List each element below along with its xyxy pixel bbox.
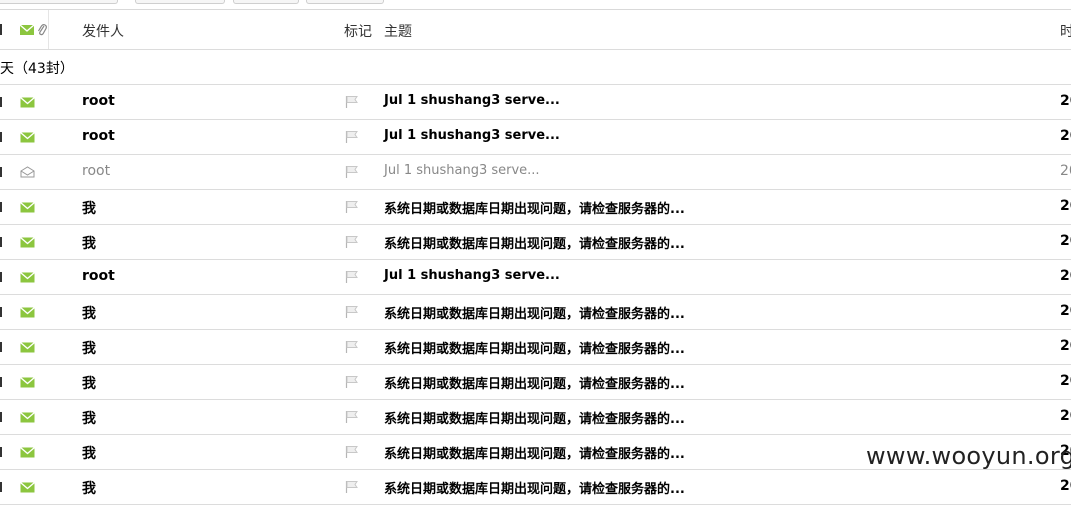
- column-separator: [48, 10, 49, 49]
- message-row[interactable]: 我 系统日期或数据库日期出现问题，请检查服务器的... 20: [0, 330, 1071, 365]
- envelope-closed-icon: [20, 306, 35, 318]
- watermark: www.wooyun.org: [866, 442, 1071, 470]
- row-checkbox[interactable]: [0, 237, 2, 247]
- message-time: 20: [1060, 408, 1071, 424]
- row-checkbox[interactable]: [0, 447, 2, 457]
- row-checkbox[interactable]: [0, 97, 2, 107]
- flag-column-header[interactable]: 标记: [344, 21, 372, 41]
- message-time: 20: [1060, 198, 1071, 214]
- list-header: 发件人 标记 主题 时: [0, 10, 1071, 50]
- flag-icon[interactable]: [345, 270, 359, 284]
- message-time: 20: [1060, 338, 1071, 354]
- message-time: 20: [1060, 233, 1071, 249]
- message-time: 20: [1060, 128, 1071, 144]
- message-subject[interactable]: 系统日期或数据库日期出现问题，请检查服务器的...: [384, 198, 685, 217]
- message-subject[interactable]: 系统日期或数据库日期出现问题，请检查服务器的...: [384, 233, 685, 252]
- toolbar: [0, 0, 1071, 10]
- message-sender: root: [82, 93, 115, 109]
- flag-icon[interactable]: [345, 200, 359, 214]
- date-group-header[interactable]: 天（43封）: [0, 50, 1071, 85]
- sender-column-header[interactable]: 发件人: [82, 21, 124, 41]
- message-row[interactable]: 我 系统日期或数据库日期出现问题，请检查服务器的... 20: [0, 295, 1071, 330]
- row-checkbox[interactable]: [0, 412, 2, 422]
- toolbar-button[interactable]: [306, 0, 384, 4]
- envelope-closed-icon: [20, 201, 35, 213]
- message-sender: 我: [82, 236, 96, 252]
- message-sender: 我: [82, 376, 96, 392]
- flag-icon[interactable]: [345, 410, 359, 424]
- group-label: 天（43封）: [0, 61, 74, 77]
- message-sender: root: [82, 128, 115, 144]
- message-subject[interactable]: 系统日期或数据库日期出现问题，请检查服务器的...: [384, 443, 685, 462]
- message-sender: 我: [82, 306, 96, 322]
- flag-icon[interactable]: [345, 130, 359, 144]
- message-row[interactable]: 我 系统日期或数据库日期出现问题，请检查服务器的... 20: [0, 190, 1071, 225]
- message-time: 20: [1060, 303, 1071, 319]
- flag-icon[interactable]: [345, 445, 359, 459]
- toolbar-button[interactable]: [0, 0, 118, 4]
- row-checkbox[interactable]: [0, 482, 2, 492]
- message-row[interactable]: 我 系统日期或数据库日期出现问题，请检查服务器的... 20: [0, 470, 1071, 505]
- row-checkbox[interactable]: [0, 202, 2, 212]
- envelope-closed-icon: [20, 376, 35, 388]
- message-sender: 我: [82, 201, 96, 217]
- row-checkbox[interactable]: [0, 342, 2, 352]
- message-row[interactable]: 我 系统日期或数据库日期出现问题，请检查服务器的... 20: [0, 400, 1071, 435]
- paperclip-icon[interactable]: [37, 23, 47, 37]
- flag-icon[interactable]: [345, 165, 359, 179]
- row-checkbox[interactable]: [0, 132, 2, 142]
- envelope-closed-icon: [20, 411, 35, 423]
- message-row[interactable]: root Jul 1 shushang3 serve... 20: [0, 120, 1071, 155]
- message-subject[interactable]: 系统日期或数据库日期出现问题，请检查服务器的...: [384, 478, 685, 497]
- message-time: 20: [1060, 478, 1071, 494]
- toolbar-button[interactable]: [135, 0, 225, 4]
- envelope-open-icon: [20, 166, 35, 178]
- time-column-header[interactable]: 时: [1060, 21, 1071, 41]
- message-row[interactable]: root Jul 1 shushang3 serve... 20: [0, 85, 1071, 120]
- select-all-checkbox[interactable]: [0, 24, 2, 35]
- message-time: 20: [1060, 268, 1071, 284]
- message-row[interactable]: 我 系统日期或数据库日期出现问题，请检查服务器的... 20: [0, 225, 1071, 260]
- envelope-closed-icon: [20, 271, 35, 283]
- message-subject[interactable]: 系统日期或数据库日期出现问题，请检查服务器的...: [384, 408, 685, 427]
- flag-icon[interactable]: [345, 340, 359, 354]
- message-subject[interactable]: Jul 1 shushang3 serve...: [384, 128, 560, 143]
- envelope-closed-icon: [20, 131, 35, 143]
- message-subject[interactable]: 系统日期或数据库日期出现问题，请检查服务器的...: [384, 338, 685, 357]
- envelope-closed-icon: [20, 446, 35, 458]
- message-time: 20: [1060, 373, 1071, 389]
- envelope-closed-icon: [20, 236, 35, 248]
- message-time: 20: [1060, 163, 1071, 179]
- row-checkbox[interactable]: [0, 272, 2, 282]
- message-time: 20: [1060, 93, 1071, 109]
- envelope-closed-icon: [20, 481, 35, 493]
- envelope-icon[interactable]: [20, 25, 34, 35]
- message-sender: root: [82, 268, 115, 284]
- message-row[interactable]: 我 系统日期或数据库日期出现问题，请检查服务器的... 20: [0, 365, 1071, 400]
- message-sender: 我: [82, 481, 96, 497]
- row-checkbox[interactable]: [0, 167, 2, 177]
- flag-icon[interactable]: [345, 235, 359, 249]
- message-row[interactable]: root Jul 1 shushang3 serve... 20: [0, 260, 1071, 295]
- message-sender: 我: [82, 411, 96, 427]
- message-sender: root: [82, 163, 111, 179]
- row-checkbox[interactable]: [0, 307, 2, 317]
- flag-icon[interactable]: [345, 375, 359, 389]
- message-sender: 我: [82, 341, 96, 357]
- message-subject[interactable]: Jul 1 shushang3 serve...: [384, 163, 540, 178]
- message-subject[interactable]: 系统日期或数据库日期出现问题，请检查服务器的...: [384, 303, 685, 322]
- toolbar-button[interactable]: [233, 0, 299, 4]
- envelope-closed-icon: [20, 341, 35, 353]
- flag-icon[interactable]: [345, 480, 359, 494]
- envelope-closed-icon: [20, 96, 35, 108]
- message-subject[interactable]: Jul 1 shushang3 serve...: [384, 93, 560, 108]
- message-subject[interactable]: 系统日期或数据库日期出现问题，请检查服务器的...: [384, 373, 685, 392]
- row-checkbox[interactable]: [0, 377, 2, 387]
- subject-column-header[interactable]: 主题: [384, 21, 412, 41]
- message-row[interactable]: root Jul 1 shushang3 serve... 20: [0, 155, 1071, 190]
- message-subject[interactable]: Jul 1 shushang3 serve...: [384, 268, 560, 283]
- flag-icon[interactable]: [345, 305, 359, 319]
- flag-icon[interactable]: [345, 95, 359, 109]
- message-sender: 我: [82, 446, 96, 462]
